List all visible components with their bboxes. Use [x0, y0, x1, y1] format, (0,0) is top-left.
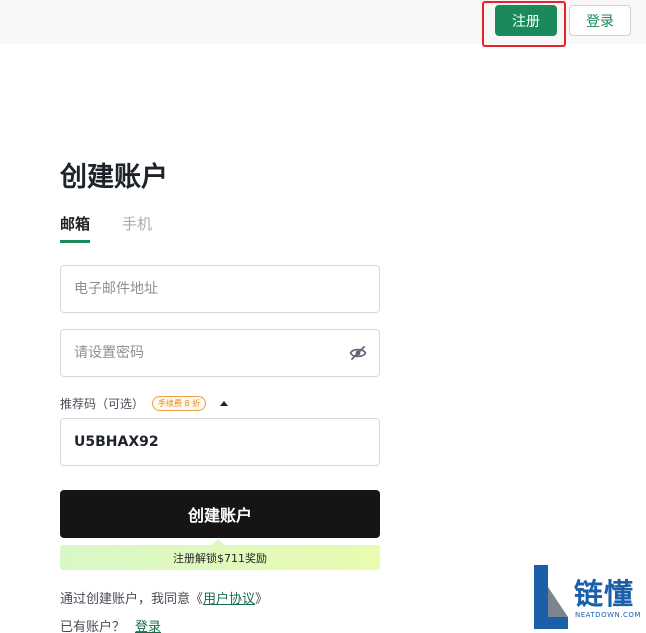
referral-label-row[interactable]: 推荐码（可选） 手续费 8 折: [60, 395, 229, 412]
signup-method-tabs: 邮箱 手机: [60, 213, 152, 243]
agreement-text: 通过创建账户，我同意《用户协议》: [60, 588, 268, 607]
tab-email[interactable]: 邮箱: [60, 213, 91, 243]
logo-subtext: NEATDOWN.COM: [575, 611, 641, 619]
user-agreement-link[interactable]: 用户协议: [203, 592, 255, 607]
agreement-prefix: 通过创建账户，我同意《: [60, 592, 204, 607]
caret-up-icon[interactable]: [220, 401, 229, 406]
password-input[interactable]: [74, 345, 349, 361]
login-prompt: 已有账户？ 登录: [60, 616, 161, 633]
logo-mark-icon: [534, 565, 568, 629]
promo-banner: 注册解锁$711奖励: [60, 545, 380, 570]
create-account-button[interactable]: 创建账户: [60, 490, 380, 538]
page-title: 创建账户: [60, 162, 168, 193]
eye-off-icon[interactable]: [349, 344, 367, 362]
watermark-logo: 链懂 NEATDOWN.COM: [532, 563, 644, 633]
password-field-container: [60, 329, 380, 377]
fee-discount-badge: 手续费 8 折: [152, 396, 207, 411]
register-button[interactable]: 注册: [495, 5, 557, 36]
referral-label: 推荐码（可选）: [60, 397, 145, 411]
referral-field-container: [60, 418, 380, 466]
login-link[interactable]: 登录: [135, 620, 161, 633]
agreement-suffix: 》: [255, 592, 269, 607]
logo-text: 链懂: [574, 577, 635, 611]
email-field-container: [60, 265, 380, 313]
have-account-text: 已有账户？: [60, 620, 126, 633]
tab-phone[interactable]: 手机: [122, 213, 152, 243]
login-button[interactable]: 登录: [569, 5, 631, 36]
email-input[interactable]: [74, 281, 366, 297]
referral-code-input[interactable]: [74, 434, 366, 450]
